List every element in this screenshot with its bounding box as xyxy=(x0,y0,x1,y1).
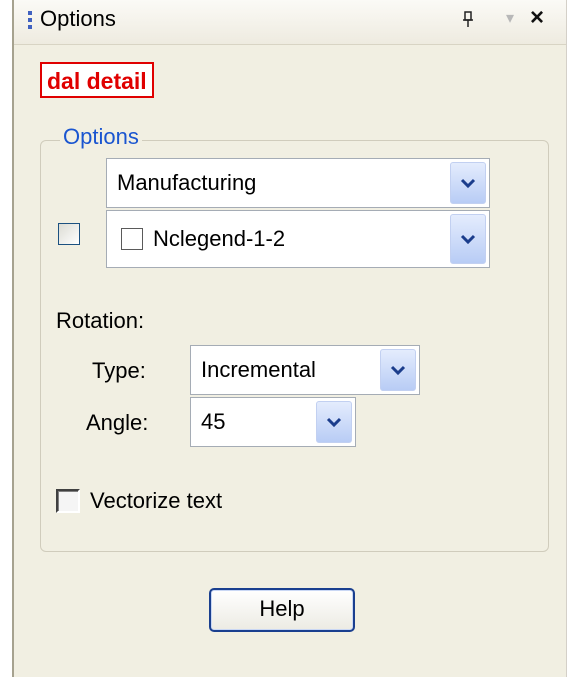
panel-title: Options xyxy=(40,6,116,31)
legend-checkbox[interactable] xyxy=(58,223,80,245)
help-button[interactable]: Help xyxy=(209,588,355,632)
chevron-down-icon[interactable]: ▾ xyxy=(506,8,514,28)
title-bar: Options ▾ × xyxy=(14,0,566,45)
legend-item-checkbox[interactable] xyxy=(121,228,143,250)
rotation-type-label: Type: xyxy=(92,358,146,383)
rotation-type-value: Incremental xyxy=(201,357,316,382)
vectorize-text-checkbox[interactable] xyxy=(56,489,80,513)
legend-select-value: Nclegend-1-2 xyxy=(153,226,286,251)
chevron-down-icon[interactable] xyxy=(450,162,486,204)
rotation-angle-select[interactable]: 45 xyxy=(190,397,356,447)
options-group-legend: Options xyxy=(60,124,142,150)
drag-grip-icon[interactable] xyxy=(28,11,32,31)
dal-detail-badge: dal detail xyxy=(40,62,154,98)
rotation-label: Rotation: xyxy=(56,308,145,333)
pin-icon[interactable] xyxy=(462,10,474,33)
options-panel: Options ▾ × dal detail Options Manufactu… xyxy=(12,0,567,677)
chevron-down-icon[interactable] xyxy=(380,349,416,391)
chevron-down-icon[interactable] xyxy=(450,214,486,264)
legend-select[interactable]: Nclegend-1-2 xyxy=(106,210,490,268)
close-icon[interactable]: × xyxy=(530,4,544,32)
vectorize-text-label: Vectorize text xyxy=(90,488,223,513)
category-select-value: Manufacturing xyxy=(117,170,257,195)
chevron-down-icon[interactable] xyxy=(316,401,352,443)
rotation-angle-label: Angle: xyxy=(86,410,149,435)
category-select[interactable]: Manufacturing xyxy=(106,158,490,208)
rotation-type-select[interactable]: Incremental xyxy=(190,345,420,395)
rotation-angle-value: 45 xyxy=(201,409,226,434)
